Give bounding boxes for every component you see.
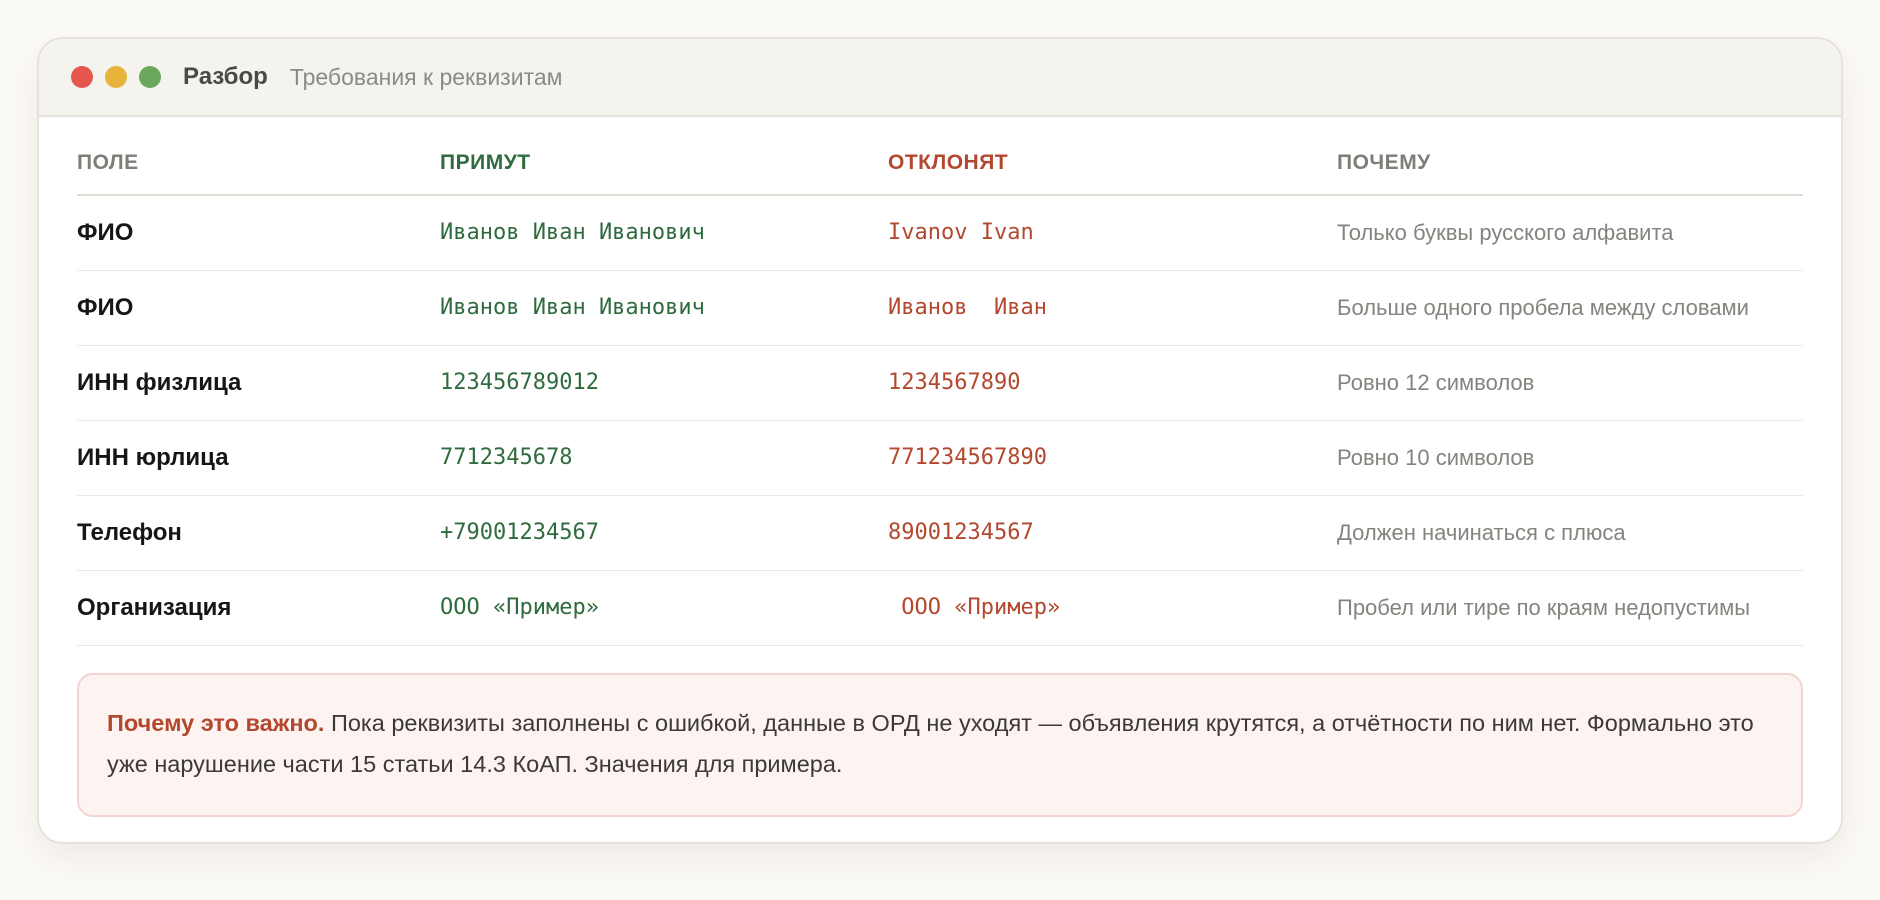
header-accept: ПРИМУТ [440,117,888,196]
accepted-value: Иванов Иван Иванович [440,270,888,346]
table-row: ИНН физлица 123456789012 1234567890 Ровн… [77,345,1803,421]
rejected-value: ООО «Пример» [888,570,1337,646]
note-text: Пока реквизиты заполнены с ошибкой, данн… [107,709,1754,777]
accepted-value: 7712345678 [440,420,888,496]
header-why: ПОЧЕМУ [1337,117,1803,196]
field-name: Организация [77,570,440,646]
rejected-value: 89001234567 [888,495,1337,571]
rejected-value: Ivanov Ivan [888,195,1337,271]
rejected-value: 771234567890 [888,420,1337,496]
requirements-table: ПОЛЕ ПРИМУТ ОТКЛОНЯТ ПОЧЕМУ ФИО Иванов И… [77,117,1803,646]
table-row: ФИО Иванов Иван Иванович Иванов Иван Бол… [77,270,1803,346]
table-row: ИНН юрлица 7712345678 771234567890 Ровно… [77,420,1803,496]
reason: Только буквы русского алфавита [1337,195,1803,271]
window-subtitle: Требования к реквизитам [289,63,563,90]
table-row: Организация ООО «Пример» ООО «Пример» Пр… [77,570,1803,646]
accepted-value: ООО «Пример» [440,570,888,646]
reason: Ровно 10 символов [1337,420,1803,496]
header-field: ПОЛЕ [77,117,440,196]
accepted-value: +79001234567 [440,495,888,571]
field-name: ФИО [77,270,440,346]
rejected-value: Иванов Иван [888,270,1337,346]
reason: Пробел или тире по краям недопустимы [1337,570,1803,646]
window: Разбор Требования к реквизитам ПОЛЕ ПРИМ… [37,37,1843,844]
reason: Должен начинаться с плюса [1337,495,1803,571]
minimize-button[interactable] [105,66,127,88]
title-bar: Разбор Требования к реквизитам [39,39,1841,117]
reason: Ровно 12 символов [1337,345,1803,421]
header-reject: ОТКЛОНЯТ [888,117,1337,196]
field-name: ИНН физлица [77,345,440,421]
close-button[interactable] [71,66,93,88]
maximize-button[interactable] [139,66,161,88]
field-name: ФИО [77,195,440,271]
reason: Больше одного пробела между словами [1337,270,1803,346]
note-heading: Почему это важно. [107,709,325,736]
window-title: Разбор [183,63,268,90]
table-header-row: ПОЛЕ ПРИМУТ ОТКЛОНЯТ ПОЧЕМУ [77,117,1803,196]
accepted-value: 123456789012 [440,345,888,421]
table-row: Телефон +79001234567 89001234567 Должен … [77,495,1803,571]
table-row: ФИО Иванов Иван Иванович Ivanov Ivan Тол… [77,195,1803,271]
content: ПОЛЕ ПРИМУТ ОТКЛОНЯТ ПОЧЕМУ ФИО Иванов И… [39,117,1841,817]
field-name: ИНН юрлица [77,420,440,496]
rejected-value: 1234567890 [888,345,1337,421]
accepted-value: Иванов Иван Иванович [440,195,888,271]
importance-note: Почему это важно. Пока реквизиты заполне… [77,672,1803,817]
field-name: Телефон [77,495,440,571]
